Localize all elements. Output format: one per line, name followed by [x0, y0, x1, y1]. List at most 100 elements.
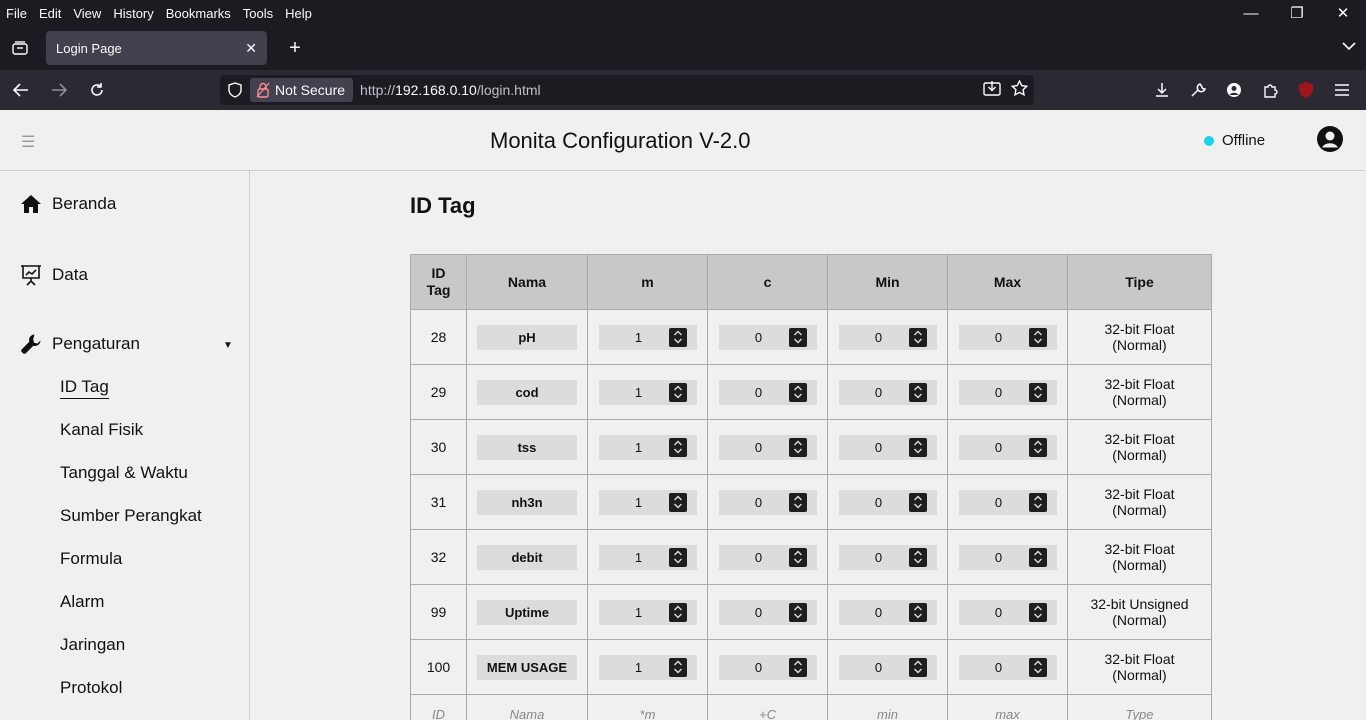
reload-icon[interactable]	[80, 74, 114, 106]
nama-field[interactable]: nh3n	[477, 489, 577, 515]
min-stepper[interactable]: 0	[838, 599, 937, 625]
nama-field[interactable]: cod	[477, 379, 577, 405]
spinner-arrows-icon[interactable]	[668, 547, 687, 567]
not-secure-badge[interactable]: Not Secure	[250, 78, 354, 102]
spinner-arrows-icon[interactable]	[1028, 547, 1047, 567]
m-stepper[interactable]: 1	[598, 599, 697, 625]
wrench-tools-icon[interactable]	[1182, 74, 1214, 106]
m-stepper[interactable]: 1	[598, 489, 697, 515]
menu-view[interactable]: View	[67, 6, 107, 21]
ublock-origin-icon[interactable]	[1290, 74, 1322, 106]
app-menu-icon[interactable]	[1326, 74, 1358, 106]
user-avatar-icon[interactable]	[1316, 125, 1344, 153]
c-stepper[interactable]: 0	[718, 324, 817, 350]
extensions-icon[interactable]	[1254, 74, 1286, 106]
spinner-arrows-icon[interactable]	[908, 437, 927, 457]
spinner-arrows-icon[interactable]	[668, 382, 687, 402]
spinner-arrows-icon[interactable]	[668, 327, 687, 347]
spinner-arrows-icon[interactable]	[1028, 602, 1047, 622]
sidebar-item-id-tag[interactable]: ID Tag	[60, 377, 109, 399]
spinner-arrows-icon[interactable]	[1028, 492, 1047, 512]
m-stepper[interactable]: 1	[598, 434, 697, 460]
min-stepper[interactable]: 0	[838, 654, 937, 680]
tracking-protection-icon[interactable]	[220, 82, 250, 98]
spinner-arrows-icon[interactable]	[788, 437, 807, 457]
restore-icon[interactable]: ❐	[1274, 0, 1320, 26]
max-stepper[interactable]: 0	[958, 379, 1057, 405]
spinner-arrows-icon[interactable]	[908, 382, 927, 402]
expand-arrow-icon[interactable]: ▼	[223, 340, 233, 351]
min-stepper[interactable]: 0	[838, 489, 937, 515]
new-nama-placeholder[interactable]: Nama	[466, 694, 588, 720]
forward-icon[interactable]	[42, 74, 76, 106]
c-stepper[interactable]: 0	[718, 654, 817, 680]
min-stepper[interactable]: 0	[838, 544, 937, 570]
url-text[interactable]: http://192.168.0.10/login.html	[360, 82, 541, 98]
list-all-tabs-icon[interactable]	[1342, 38, 1356, 56]
spinner-arrows-icon[interactable]	[788, 547, 807, 567]
max-stepper[interactable]: 0	[958, 434, 1057, 460]
sidebar-item-kanal-fisik[interactable]: Kanal Fisik	[60, 420, 143, 440]
tab-login-page[interactable]: Login Page ✕	[46, 31, 267, 65]
nama-field[interactable]: MEM USAGE	[477, 654, 577, 680]
back-icon[interactable]	[4, 74, 38, 106]
downloads-icon[interactable]	[1146, 74, 1178, 106]
close-tab-icon[interactable]: ✕	[245, 40, 257, 57]
min-stepper[interactable]: 0	[838, 324, 937, 350]
max-stepper[interactable]: 0	[958, 654, 1057, 680]
sidebar-item-protokol[interactable]: Protokol	[60, 678, 122, 698]
spinner-arrows-icon[interactable]	[788, 602, 807, 622]
spinner-arrows-icon[interactable]	[668, 602, 687, 622]
c-stepper[interactable]: 0	[718, 379, 817, 405]
new-min-placeholder[interactable]: min	[827, 694, 948, 720]
spinner-arrows-icon[interactable]	[908, 602, 927, 622]
spinner-arrows-icon[interactable]	[1028, 657, 1047, 677]
sidebar-item-beranda[interactable]: Beranda	[20, 194, 116, 214]
max-stepper[interactable]: 0	[958, 599, 1057, 625]
max-stepper[interactable]: 0	[958, 324, 1057, 350]
spinner-arrows-icon[interactable]	[908, 492, 927, 512]
new-c-placeholder[interactable]: +C	[707, 694, 828, 720]
account-icon[interactable]	[1218, 74, 1250, 106]
sidebar-item-pengaturan[interactable]: Pengaturan	[20, 333, 140, 355]
c-stepper[interactable]: 0	[718, 434, 817, 460]
nama-field[interactable]: tss	[477, 434, 577, 460]
menu-help[interactable]: Help	[279, 6, 318, 21]
reader-save-icon[interactable]	[983, 80, 1001, 101]
new-m-placeholder[interactable]: *m	[587, 694, 708, 720]
spinner-arrows-icon[interactable]	[668, 657, 687, 677]
m-stepper[interactable]: 1	[598, 544, 697, 570]
spinner-arrows-icon[interactable]	[908, 327, 927, 347]
c-stepper[interactable]: 0	[718, 599, 817, 625]
sidebar-item-jaringan[interactable]: Jaringan	[60, 635, 125, 655]
new-id-placeholder[interactable]: ID	[410, 694, 467, 720]
new-type-placeholder[interactable]: Type	[1067, 694, 1212, 720]
firefox-view-icon[interactable]	[0, 41, 40, 55]
spinner-arrows-icon[interactable]	[1028, 327, 1047, 347]
sidebar-item-sumber-perangkat[interactable]: Sumber Perangkat	[60, 506, 202, 526]
spinner-arrows-icon[interactable]	[668, 437, 687, 457]
menu-bookmarks[interactable]: Bookmarks	[160, 6, 237, 21]
max-stepper[interactable]: 0	[958, 544, 1057, 570]
sidebar-item-alarm[interactable]: Alarm	[60, 592, 104, 612]
close-window-icon[interactable]: ✕	[1320, 0, 1366, 26]
nama-field[interactable]: Uptime	[477, 599, 577, 625]
menu-file[interactable]: File	[0, 6, 33, 21]
new-max-placeholder[interactable]: max	[947, 694, 1068, 720]
c-stepper[interactable]: 0	[718, 489, 817, 515]
min-stepper[interactable]: 0	[838, 434, 937, 460]
m-stepper[interactable]: 1	[598, 654, 697, 680]
url-bar[interactable]: Not Secure http://192.168.0.10/login.htm…	[220, 75, 1034, 105]
nama-field[interactable]: debit	[477, 544, 577, 570]
m-stepper[interactable]: 1	[598, 379, 697, 405]
sidebar-item-data[interactable]: Data	[20, 264, 88, 286]
spinner-arrows-icon[interactable]	[908, 547, 927, 567]
bookmark-star-icon[interactable]	[1010, 78, 1029, 101]
nama-field[interactable]: pH	[477, 324, 577, 350]
menu-tools[interactable]: Tools	[237, 6, 279, 21]
m-stepper[interactable]: 1	[598, 324, 697, 350]
max-stepper[interactable]: 0	[958, 489, 1057, 515]
spinner-arrows-icon[interactable]	[788, 657, 807, 677]
spinner-arrows-icon[interactable]	[788, 327, 807, 347]
menu-edit[interactable]: Edit	[33, 6, 67, 21]
